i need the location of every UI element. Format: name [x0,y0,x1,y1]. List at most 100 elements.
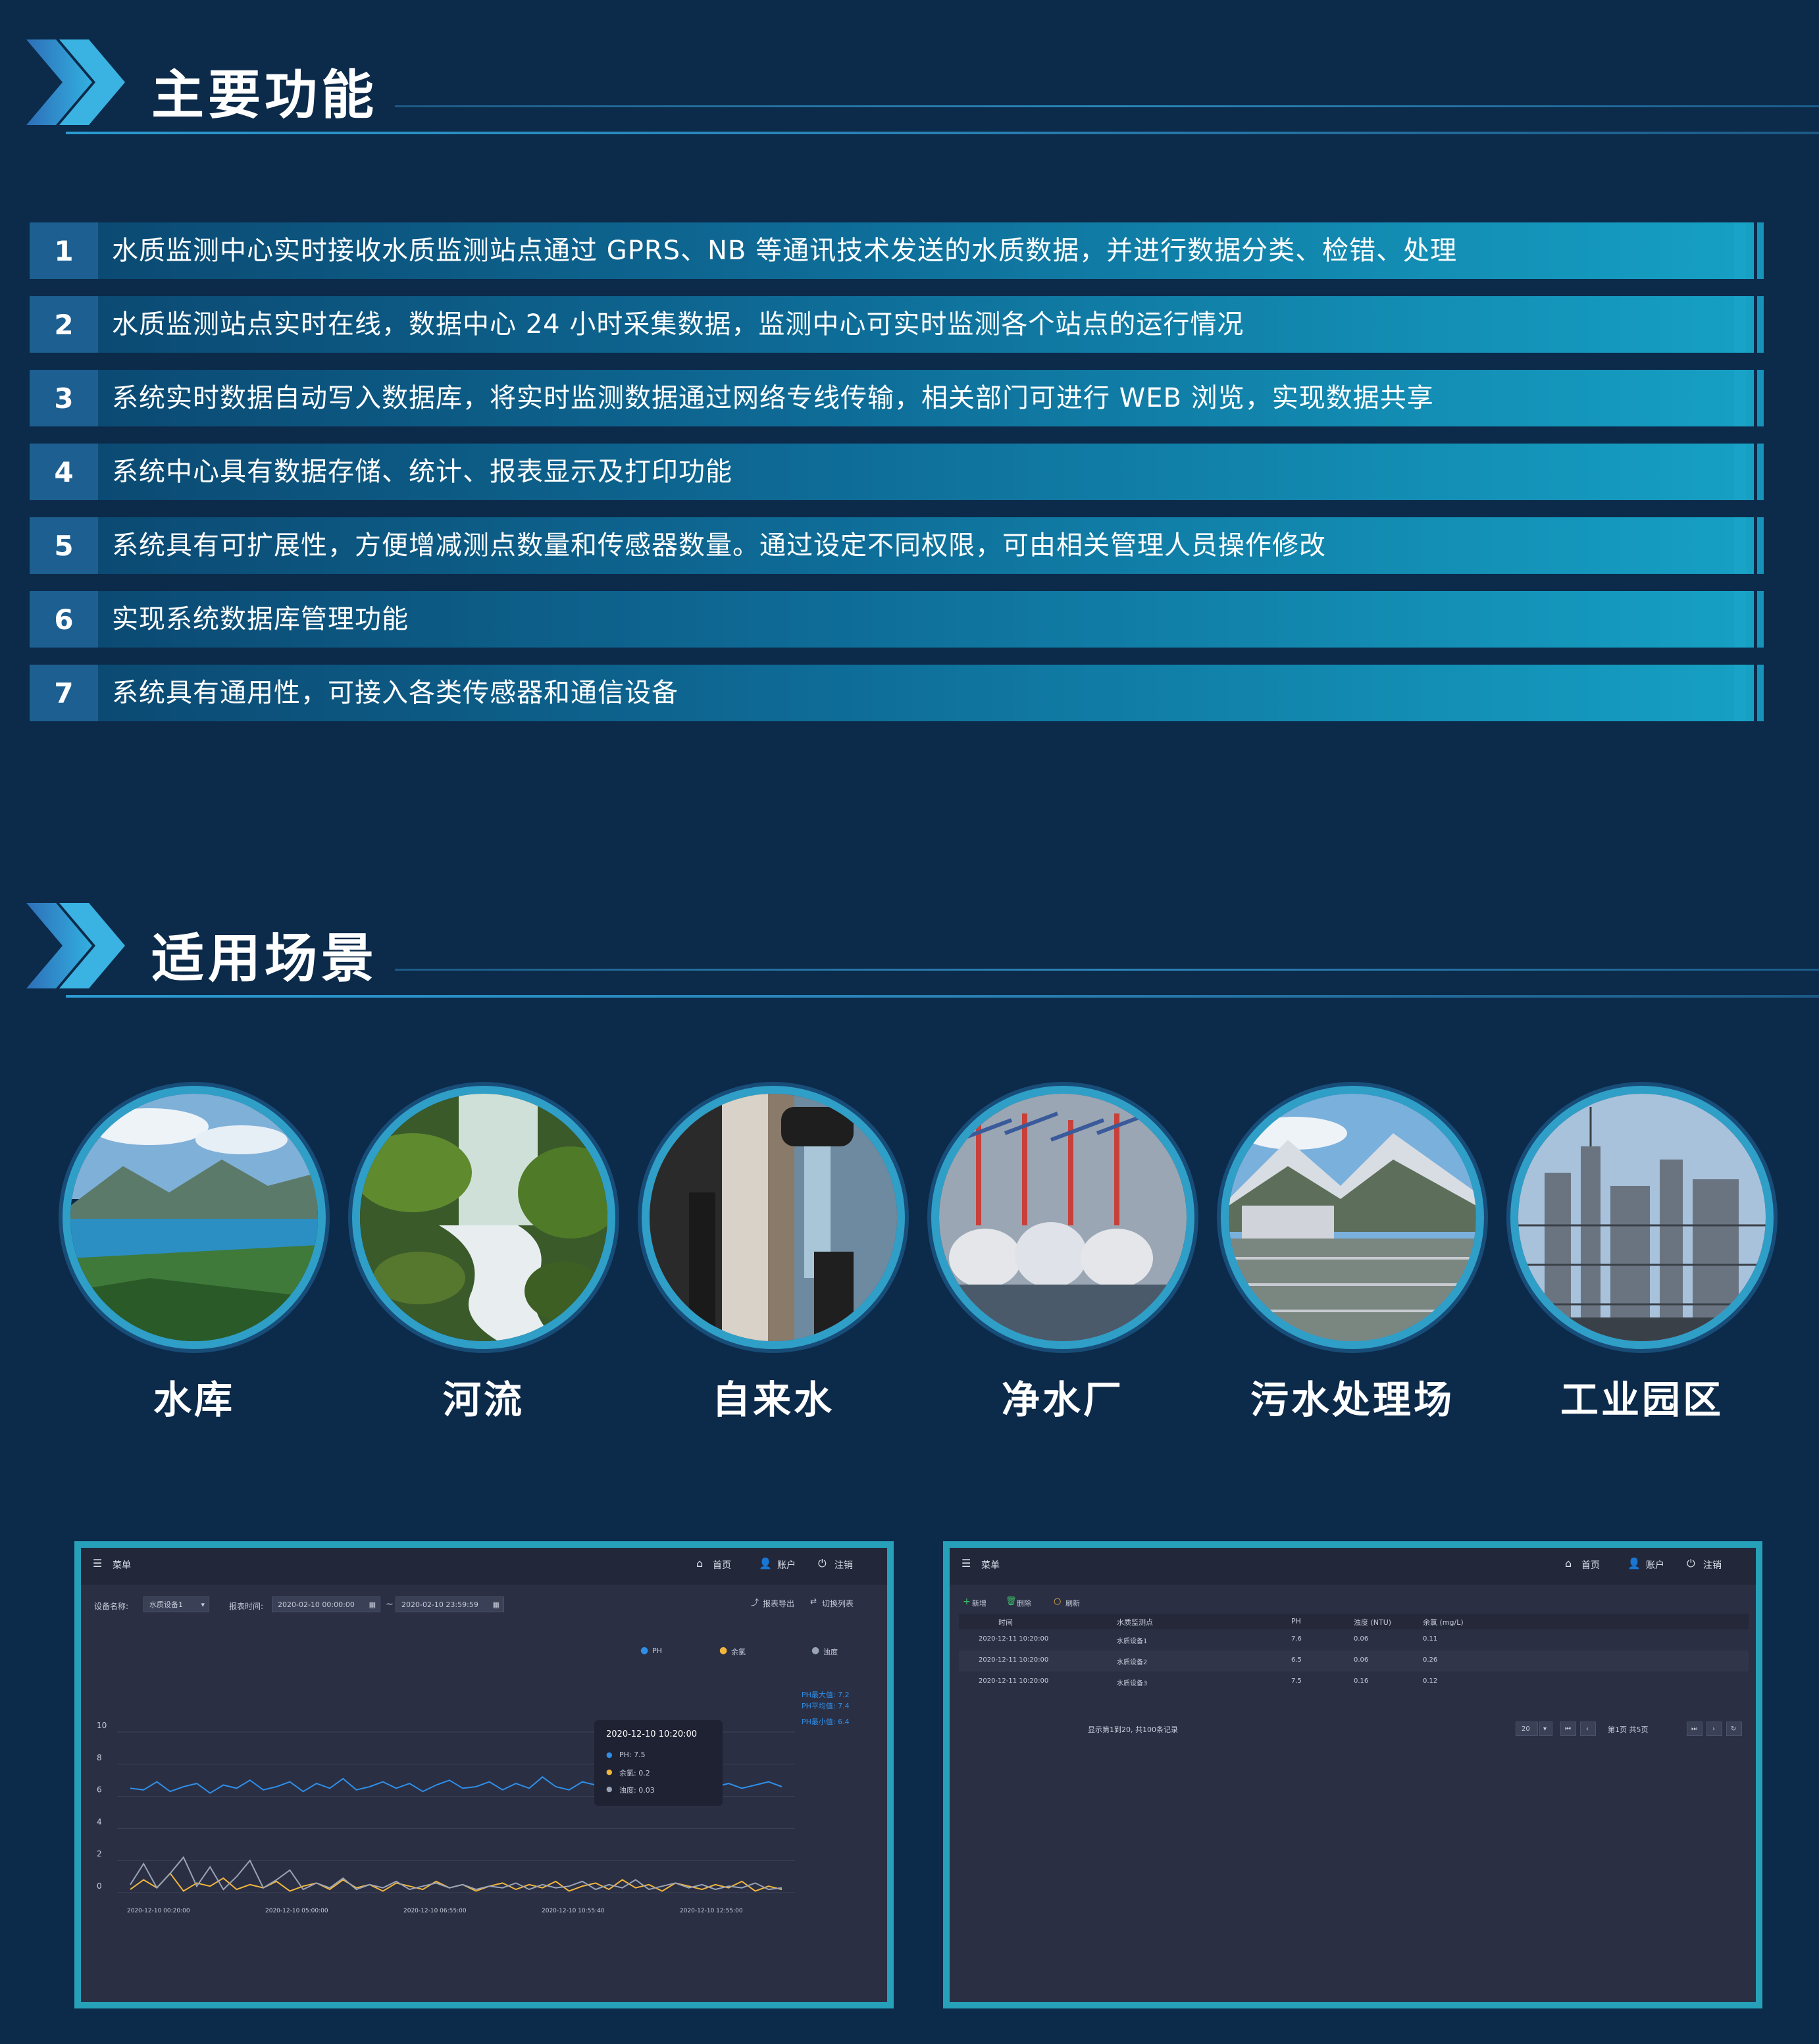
features-section-header: 主要功能 [26,33,1819,138]
column-header[interactable]: 水质监测点 [1117,1617,1153,1627]
water-plant-image [931,1086,1194,1349]
nav-user[interactable]: 账户 [1646,1558,1664,1571]
scene-water-plant: 净水厂 [931,1086,1194,1424]
table-row[interactable]: 2020-12-11 10:20:00 水质设备1 7.6 0.06 0.11 [959,1629,1749,1650]
column-header[interactable]: 浊度 (NTU) [1354,1617,1391,1627]
home-icon[interactable]: ⌂ [1565,1557,1572,1570]
feature-tick [1757,222,1764,279]
pagination-info: 显示第1到20, 共100条记录 [1088,1725,1178,1734]
legend-dot: ● [606,1750,613,1759]
nav-home[interactable]: 首页 [713,1558,731,1571]
table-row[interactable]: 2020-12-11 10:20:00 水质设备2 6.5 0.06 0.26 [959,1650,1749,1672]
trash-icon[interactable]: 🗑 [1006,1597,1017,1606]
line-chart: 0 2 4 6 8 10 2020-12-10 00:20:00 2020-12-10 05:… [97,1721,795,1914]
page-size-value: 20 [1522,1725,1530,1733]
scene-label: 水库 [153,1377,235,1422]
feature-number: 2 [30,296,98,353]
scene-label: 净水厂 [1001,1377,1124,1422]
feature-row: 2 水质监测站点实时在线，数据中心 24 小时采集数据，监测中心可实时监测各个站点… [30,296,1764,353]
delete-button[interactable]: 删除 [1017,1598,1031,1608]
feature-number: 4 [30,444,98,500]
table-cell: 0.11 [1423,1635,1438,1643]
feature-text: 水质监测站点实时在线，数据中心 24 小时采集数据，监测中心可实时监测各个站点的… [112,309,1244,340]
x-tick-label: 2020-12-10 00:20:00 [127,1908,190,1914]
tap-water-image [642,1086,905,1349]
top-bar: ☰ 菜单 ⌂ 首页 👤 账户 ⏻ 注销 [81,1548,887,1585]
scene-industrial-park: 工业园区 [1510,1086,1774,1424]
menu-label[interactable]: 菜单 [113,1558,131,1571]
reservoir-image [63,1086,326,1349]
x-tick-label: 2020-12-10 12:55:00 [680,1908,743,1914]
feature-number: 5 [30,517,98,574]
chart-tooltip: 2020-12-10 10:20:00 ● PH: 7.5 ● 余氯: 0.2 … [594,1720,723,1806]
feature-tick [1734,370,1746,426]
home-icon[interactable]: ⌂ [696,1557,703,1570]
feature-tick [1757,444,1764,500]
nav-home[interactable]: 首页 [1581,1558,1600,1571]
y-tick-label: 0 [97,1881,102,1891]
table-cell: 水质设备2 [1117,1659,1148,1666]
table-cell: 7.5 [1291,1677,1302,1685]
chevron-down-icon[interactable]: ▾ [1539,1722,1552,1736]
table-header: 时间 水质监测点 PH 浊度 (NTU) 余氯 (mg/L) [959,1614,1749,1629]
refresh-icon[interactable]: ○ [1054,1597,1061,1606]
scene-reservoir: 水库 [63,1086,326,1424]
feature-text: 系统具有可扩展性，方便增减测点数量和传感器数量。通过设定不同权限，可由相关管理人… [112,530,1326,561]
table-cell: 2020-12-11 10:20:00 [979,1656,1049,1664]
next-page-icon[interactable]: › [1706,1722,1722,1736]
feature-number: 6 [30,591,98,648]
feature-text: 实现系统数据库管理功能 [112,604,409,634]
double-chevron-icon [26,39,125,125]
header-divider [395,969,1819,971]
nav-logout[interactable]: 注销 [834,1558,853,1571]
refresh-button[interactable]: 刷新 [1065,1598,1080,1608]
column-header[interactable]: PH [1291,1617,1301,1625]
power-icon[interactable]: ⏻ [1687,1557,1695,1570]
feature-tick [1757,591,1764,648]
feature-tick [1734,517,1746,574]
add-button[interactable]: 新增 [972,1598,986,1608]
menu-icon[interactable]: ☰ [93,1557,102,1570]
scene-label: 工业园区 [1560,1377,1724,1422]
reload-icon[interactable]: ↻ [1726,1722,1742,1736]
prev-page-icon[interactable]: ‹ [1580,1722,1596,1736]
sewage-plant-image [1221,1086,1484,1349]
column-header[interactable]: 余氯 (mg/L) [1423,1617,1464,1627]
last-page-icon[interactable]: ⏭ [1687,1722,1703,1736]
header-divider [66,132,1819,134]
user-icon[interactable]: 👤 [759,1557,772,1570]
column-header[interactable]: 时间 [998,1617,1013,1627]
nav-user[interactable]: 账户 [777,1558,796,1571]
top-bar: ☰ 菜单 ⌂ 首页 👤 账户 ⏻ 注销 [950,1548,1756,1585]
table-cell: 7.6 [1291,1635,1302,1643]
table-row[interactable]: 2020-12-11 10:20:00 水质设备3 7.5 0.16 0.12 [959,1672,1749,1693]
features-title: 主要功能 [151,64,378,126]
header-divider [395,105,1819,107]
plus-icon[interactable]: + [963,1597,971,1607]
legend-dot: ● [640,1645,649,1656]
tooltip-time: 2020-12-10 10:20:00 [606,1729,698,1739]
menu-icon[interactable]: ☰ [961,1557,971,1570]
power-icon[interactable]: ⏻ [818,1557,827,1570]
chart-screenshot: ☰ 菜单 ⌂ 首页 👤 账户 ⏻ 注销 设备名称: 水质设备1 ▾ 报表时间: 2… [74,1541,894,2008]
legend-turbidity: 浊度 [823,1648,838,1656]
user-icon[interactable]: 👤 [1627,1557,1641,1570]
first-page-icon[interactable]: ⏮ [1560,1722,1576,1736]
tooltip-turbidity: 浊度: 0.03 [619,1786,655,1795]
feature-number: 1 [30,222,98,279]
nav-logout[interactable]: 注销 [1703,1558,1722,1571]
series-line[interactable] [130,1872,782,1892]
menu-label[interactable]: 菜单 [981,1558,1000,1571]
feature-tick [1734,665,1746,721]
feature-row: 1 水质监测中心实时接收水质监测站点通过 GPRS、NB 等通讯技术发送的水质数据… [30,222,1764,279]
feature-text: 系统实时数据自动写入数据库，将实时监测数据通过网络专线传输，相关部门可进行 WE… [112,383,1434,413]
y-tick-label: 6 [97,1785,102,1795]
feature-tick [1757,370,1764,426]
feature-text: 系统中心具有数据存储、统计、报表显示及打印功能 [112,457,732,487]
tooltip-chlorine: 余氯: 0.2 [619,1769,650,1777]
page-size-select[interactable]: 20 [1516,1722,1538,1736]
header-divider [66,995,1819,998]
table-cell: 0.26 [1423,1656,1438,1664]
scenes-title: 适用场景 [151,928,378,989]
industrial-park-image [1510,1086,1774,1349]
